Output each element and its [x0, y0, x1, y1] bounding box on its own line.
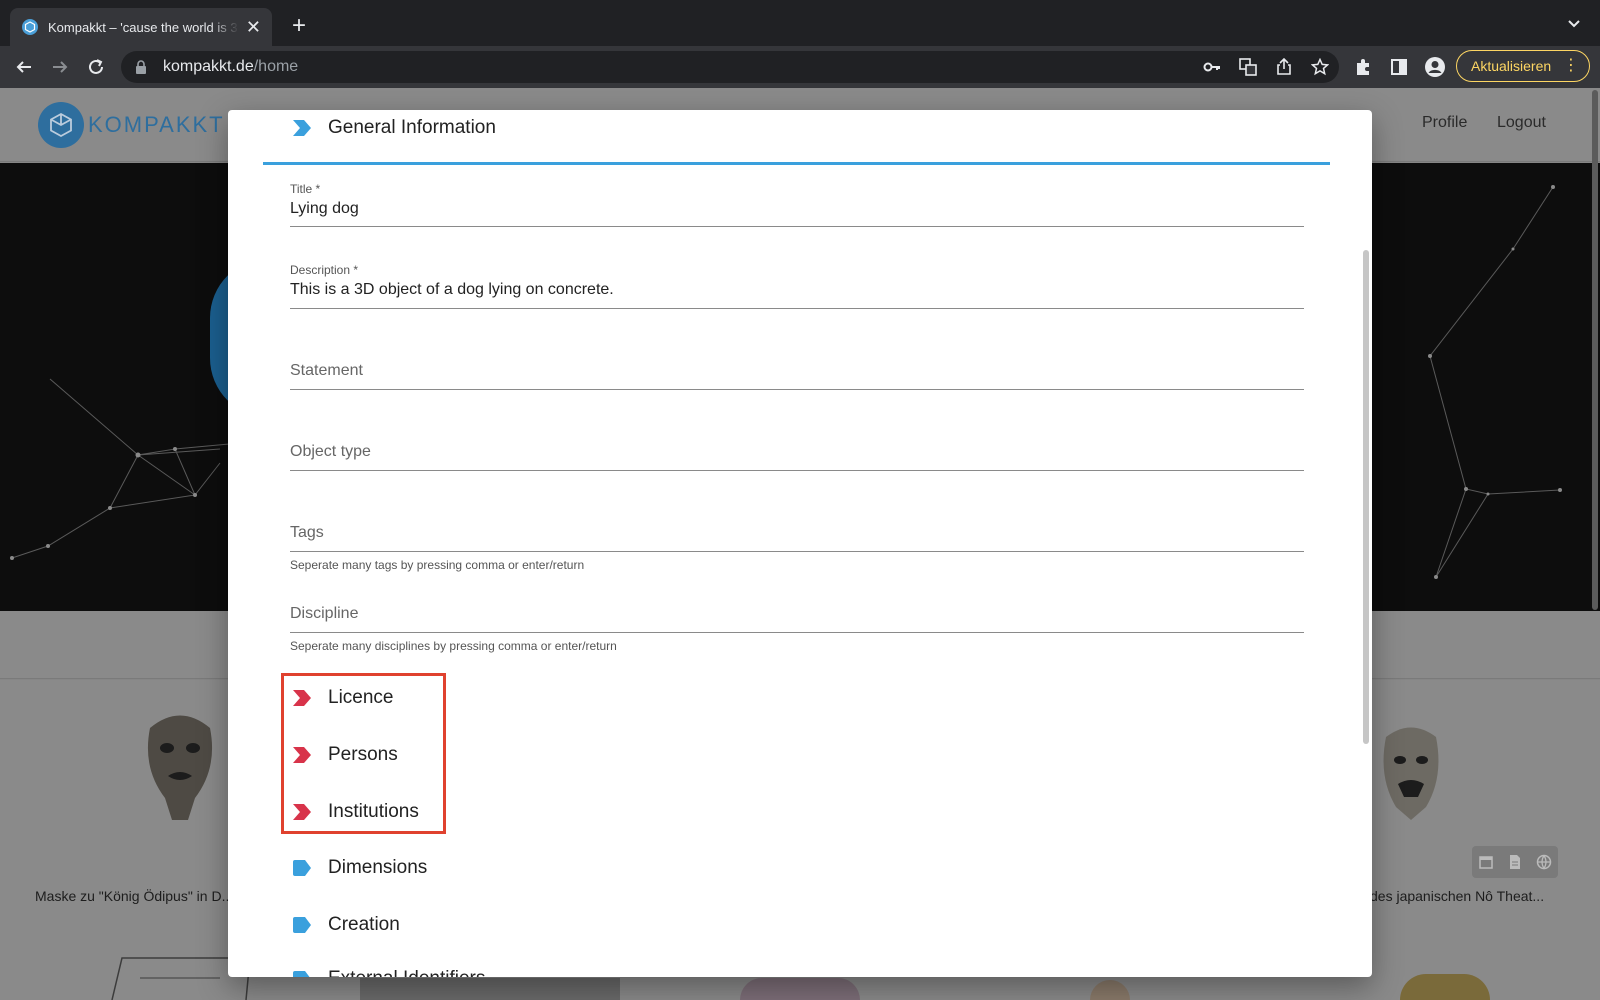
- browser-tabbar: Kompakkt – 'cause the world is 3D ✕ +: [0, 0, 1600, 46]
- nav-logout-link[interactable]: Logout: [1497, 114, 1546, 132]
- url-path: /home: [253, 58, 299, 75]
- document-icon[interactable]: [1507, 854, 1523, 870]
- share-icon[interactable]: [1275, 58, 1293, 76]
- kompakkt-logo[interactable]: KOMPAKKT: [38, 102, 225, 148]
- browser-toolbar: kompakkt.de/home Aktualisieren ⋮: [0, 46, 1600, 88]
- active-step-underline: [263, 162, 1330, 165]
- kompakkt-favicon-icon: [22, 19, 38, 35]
- open-in-new-icon[interactable]: [1478, 854, 1494, 870]
- chevron-blue-icon: [293, 120, 311, 136]
- back-arrow-icon[interactable]: [13, 56, 35, 78]
- new-tab-button[interactable]: +: [287, 14, 311, 38]
- globe-icon[interactable]: [1536, 854, 1552, 870]
- page-scrollbar[interactable]: [1592, 90, 1598, 610]
- cube-logo-icon: [38, 102, 84, 148]
- description-value: This is a 3D object of a dog lying on co…: [290, 281, 614, 298]
- object-type-field[interactable]: Object type: [290, 443, 1304, 471]
- tab-title: Kompakkt – 'cause the world is 3D: [48, 19, 239, 35]
- card-caption-left[interactable]: Maske zu "König Ödipus" in D...: [35, 888, 233, 904]
- chevron-down-icon[interactable]: [1566, 15, 1582, 31]
- label-tag-blue-icon: [293, 917, 311, 933]
- more-vert-icon[interactable]: ⋮: [1563, 58, 1579, 74]
- title-label: Title *: [290, 182, 321, 196]
- dialog-scrollbar[interactable]: [1363, 250, 1369, 744]
- step-label: General Information: [328, 117, 496, 138]
- discipline-field[interactable]: Discipline: [290, 605, 1304, 633]
- discipline-hint: Seperate many disciplines by pressing co…: [290, 639, 617, 653]
- nav-profile-link[interactable]: Profile: [1422, 114, 1467, 132]
- key-icon[interactable]: [1203, 58, 1221, 76]
- thumbnail-bottom-3[interactable]: [740, 978, 860, 1000]
- title-field[interactable]: Title * Lying dog: [290, 182, 1304, 227]
- mask-thumbnail-left[interactable]: [140, 708, 220, 828]
- tags-hint: Seperate many tags by pressing comma or …: [290, 558, 585, 572]
- step-label: External Identifiers: [328, 968, 485, 977]
- browser-tab[interactable]: Kompakkt – 'cause the world is 3D ✕: [10, 8, 272, 46]
- logo-text: KOMPAKKT: [88, 112, 225, 137]
- step-label: Creation: [328, 914, 400, 935]
- url-host: kompakkt.de: [163, 58, 254, 75]
- reload-icon[interactable]: [85, 56, 107, 78]
- card-tools: [1472, 846, 1558, 878]
- thumbnail-bottom-2[interactable]: [360, 978, 620, 1000]
- lock-icon[interactable]: [135, 60, 147, 74]
- close-tab-icon[interactable]: ✕: [245, 18, 262, 36]
- step-dimensions[interactable]: Dimensions: [292, 856, 427, 880]
- discipline-placeholder: Discipline: [290, 605, 359, 622]
- mask-thumbnail-right[interactable]: [1378, 722, 1444, 827]
- step-external-identifiers[interactable]: External Identifiers: [292, 967, 485, 977]
- forward-arrow-icon[interactable]: [49, 56, 71, 78]
- tags-field[interactable]: Tags: [290, 524, 1304, 552]
- update-label: Aktualisieren: [1471, 58, 1552, 74]
- description-label: Description *: [290, 263, 359, 277]
- step-label: Dimensions: [328, 857, 428, 878]
- side-panel-icon[interactable]: [1388, 56, 1410, 78]
- highlight-annotation-box: [281, 673, 446, 834]
- statement-field[interactable]: Statement: [290, 362, 1304, 390]
- tags-placeholder: Tags: [290, 524, 324, 541]
- profile-avatar-icon[interactable]: [1424, 56, 1446, 78]
- step-creation[interactable]: Creation: [292, 913, 400, 937]
- upload-metadata-dialog: General Information Title * Lying dog De…: [228, 110, 1372, 977]
- translate-icon[interactable]: [1239, 58, 1257, 76]
- label-tag-blue-icon: [293, 860, 311, 876]
- title-value: Lying dog: [290, 200, 359, 217]
- card-caption-right[interactable]: des japanischen Nô Theat...: [1370, 888, 1544, 904]
- step-general-information[interactable]: General Information: [292, 116, 496, 140]
- bookmark-star-icon[interactable]: [1311, 58, 1329, 76]
- description-field[interactable]: Description * This is a 3D object of a d…: [290, 263, 1304, 309]
- thumbnail-bottom-5[interactable]: [1400, 974, 1490, 1000]
- object-type-placeholder: Object type: [290, 443, 371, 460]
- statement-placeholder: Statement: [290, 362, 363, 379]
- update-chrome-button[interactable]: Aktualisieren ⋮: [1456, 50, 1590, 82]
- address-bar[interactable]: kompakkt.de/home: [121, 51, 1339, 83]
- extensions-puzzle-icon[interactable]: [1352, 56, 1374, 78]
- label-tag-blue-icon: [293, 971, 310, 977]
